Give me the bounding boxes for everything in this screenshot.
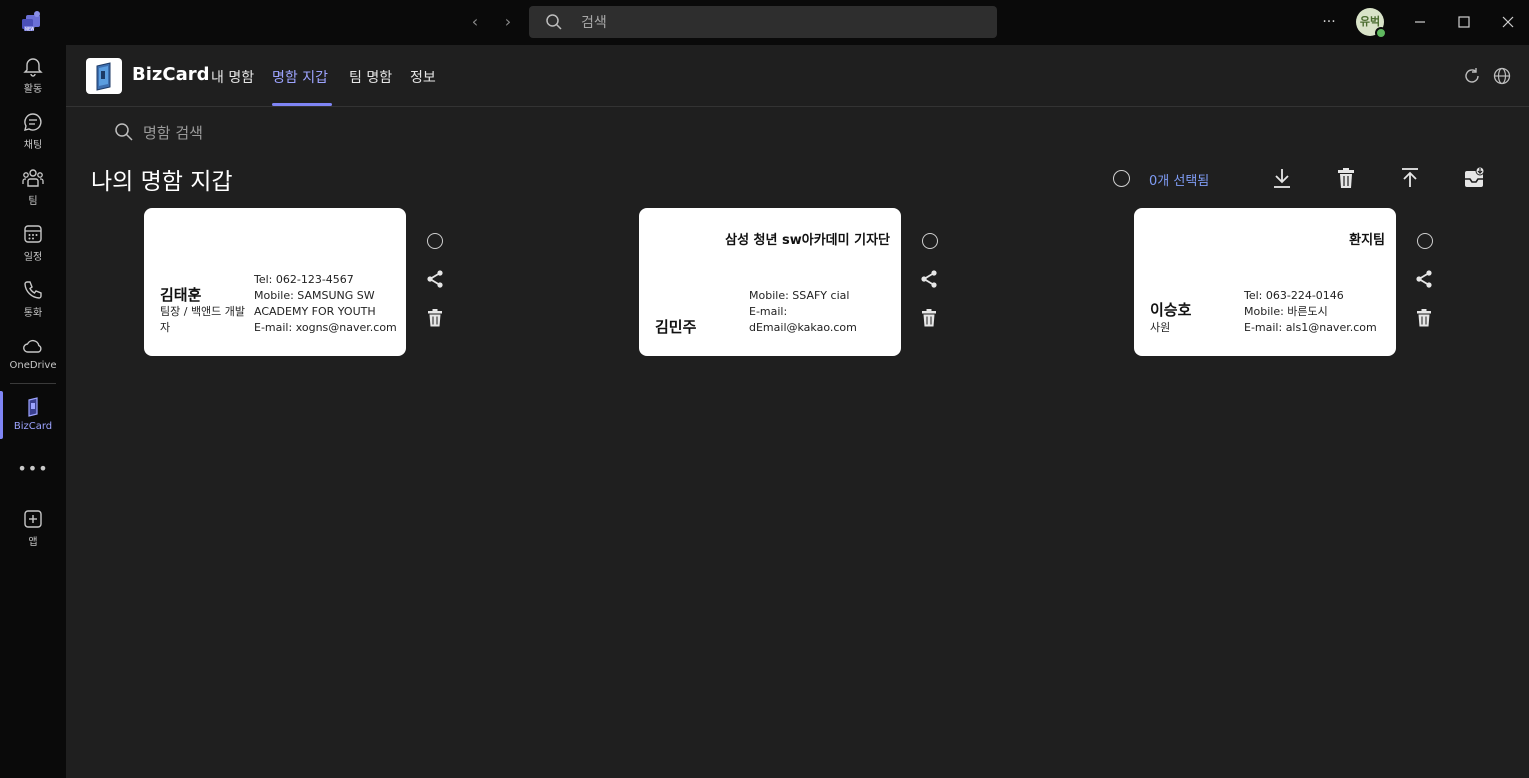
close-icon[interactable] [1498,12,1518,32]
rail-label: 통화 [23,308,43,319]
tab-my-card[interactable]: 내 명함 [211,67,254,87]
rail-item-apps[interactable]: 앱 [0,508,66,558]
card-email: E-mail: dEmail@kakao.com [749,305,857,334]
card-select-radio[interactable] [1417,233,1433,249]
rail-item-chat[interactable]: 채팅 [0,111,66,161]
select-all-radio[interactable] [1113,170,1130,187]
card-email: E-mail: als1@naver.com [1244,321,1377,334]
card-mobile: Mobile: SSAFY cial [749,289,850,302]
rail-item-calls[interactable]: 통화 [0,279,66,329]
bizcard-logo-icon [86,58,122,94]
bizcard-icon [28,397,38,417]
page-title: 나의 명함 지갑 [91,169,233,195]
search-icon [546,14,562,30]
minimize-icon[interactable] [1410,12,1430,32]
card-search-placeholder: 명함 검색 [143,124,203,142]
rail-item-bizcard[interactable]: BizCard [0,396,66,446]
card-delete-icon[interactable] [425,308,445,328]
rail-item-onedrive[interactable]: OneDrive [0,335,66,385]
card-person-title: 팀장 / 백앤드 개발자 [160,305,246,334]
card-tel: Tel: 063-224-0146 [1244,289,1344,302]
inbox-download-icon[interactable] [1462,166,1486,190]
back-icon[interactable]: ‹ [465,12,485,32]
rail-label: 팀 [28,196,38,207]
share-icon[interactable] [1414,269,1434,289]
app-header: BizCard 내 명함 명함 지갑 팀 명함 정보 [66,45,1529,107]
share-icon[interactable] [425,269,445,289]
card-contact-info: Tel: 063-224-0146 Mobile: 바른도시 E-mail: a… [1244,288,1392,336]
maximize-icon[interactable] [1454,12,1474,32]
rail-item-activity[interactable]: 활동 [0,55,66,105]
global-search[interactable]: 검색 [529,6,997,38]
add-app-icon [24,510,42,528]
search-icon [115,123,133,141]
calendar-icon [24,225,42,243]
business-card[interactable]: 삼성 청년 sw아카데미 기자단 김민주 Mobile: SSAFY cial … [639,208,901,356]
avatar-initials: 유벅 [1359,15,1381,28]
business-card[interactable]: 환지팀 이승호 사원 Tel: 063-224-0146 Mobile: 바른도… [1134,208,1396,356]
app-name: BizCard [132,64,210,85]
refresh-icon[interactable] [1462,66,1482,86]
card-contact-info: Mobile: SSAFY cial E-mail: dEmail@kakao.… [749,288,879,336]
card-delete-icon[interactable] [1414,308,1434,328]
card-mobile: Mobile: 바른도시 [1244,305,1328,318]
card-search-input[interactable]: 명함 검색 [114,120,414,144]
rail-label: 채팅 [23,140,43,151]
cloud-icon [23,339,42,353]
card-person-title: 사원 [1150,321,1171,334]
card-email: E-mail: xogns@naver.com [254,321,397,334]
card-select-radio[interactable] [427,233,443,249]
share-icon[interactable] [919,269,939,289]
card-person-name: 김민주 [655,318,697,336]
rail-label: 일정 [23,252,43,263]
tab-info[interactable]: 정보 [410,67,436,87]
rail-label: 활동 [23,84,43,95]
global-search-placeholder: 검색 [581,15,607,31]
card-tel: Tel: 062-123-4567 [254,273,354,286]
teams-logo-icon: NEW [20,11,44,33]
active-tab-indicator [272,103,332,106]
tab-card-wallet[interactable]: 명함 지갑 [272,67,328,87]
phone-icon [24,281,42,299]
card-person-name: 이승호 [1150,301,1192,319]
rail-divider [10,383,56,384]
rail-item-teams[interactable]: 팀 [0,167,66,217]
card-contact-info: Tel: 062-123-4567 Mobile: SAMSUNG SW ACA… [254,272,402,336]
app-rail: 활동 채팅 팀 일정 통화 OneDrive BizCard ••• 앱 [0,45,66,778]
chat-icon [24,113,42,131]
card-person-name: 김태훈 [160,286,202,304]
title-bar: NEW ‹ › 검색 ··· 유벅 [0,0,1529,45]
rail-label: OneDrive [9,360,57,371]
rail-label: BizCard [13,421,53,432]
forward-icon[interactable]: › [498,12,518,32]
teams-icon [22,169,44,187]
more-options-icon[interactable]: ··· [1319,12,1339,32]
svg-text:NEW: NEW [25,27,35,32]
rail-item-calendar[interactable]: 일정 [0,223,66,273]
upload-icon[interactable] [1398,166,1422,190]
card-company: 삼성 청년 sw아카데미 기자단 [725,233,890,248]
avatar[interactable]: 유벅 [1356,8,1387,39]
rail-more-apps[interactable]: ••• [0,459,66,479]
more-horizontal-icon: ••• [17,459,49,478]
card-company: 환지팀 [1349,233,1385,248]
card-select-radio[interactable] [922,233,938,249]
tab-team-card[interactable]: 팀 명함 [349,67,392,87]
card-delete-icon[interactable] [919,308,939,328]
bell-icon [23,58,43,77]
business-card[interactable]: 김태훈 팀장 / 백앤드 개발자 Tel: 062-123-4567 Mobil… [144,208,406,356]
selected-count: 0개 선택됨 [1149,174,1210,189]
trash-icon[interactable] [1334,166,1358,190]
rail-label: 앱 [28,537,38,548]
download-icon[interactable] [1270,166,1294,190]
card-mobile: Mobile: SAMSUNG SW ACADEMY FOR YOUTH [254,289,376,318]
globe-icon[interactable] [1492,66,1512,86]
status-available-icon [1375,27,1387,39]
